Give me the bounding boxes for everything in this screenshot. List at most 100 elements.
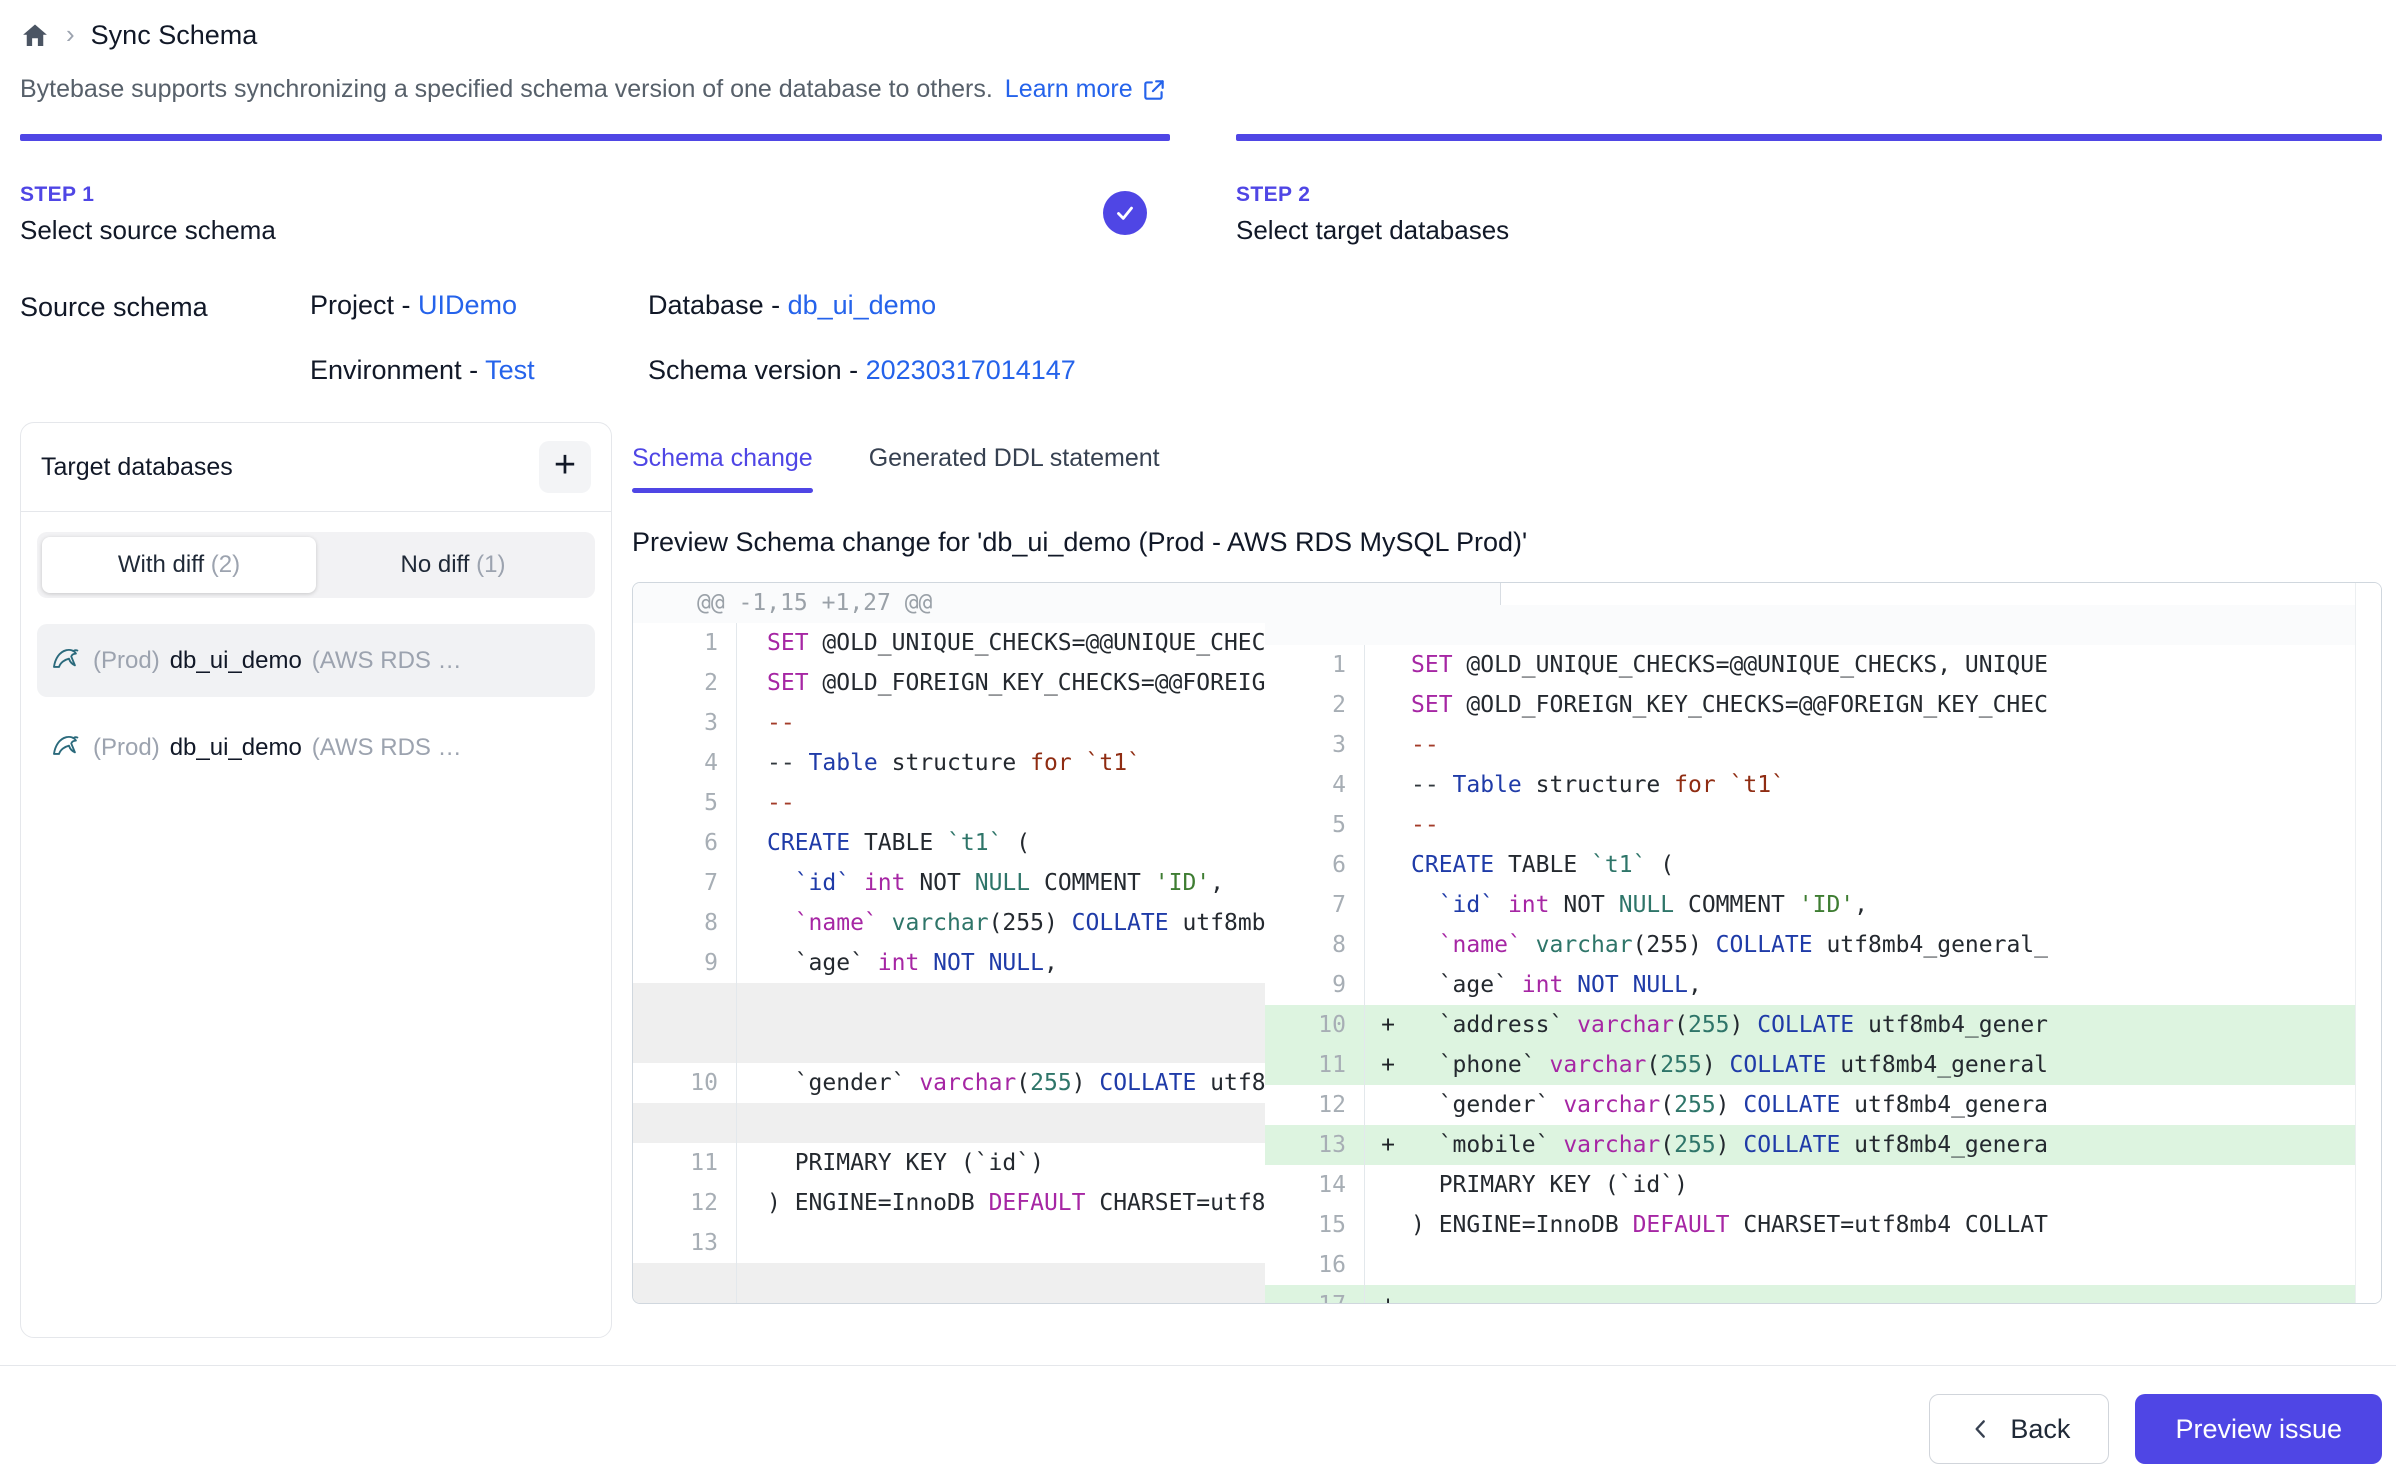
diff-row <box>1265 605 2367 645</box>
code-segment: , <box>1044 950 1058 976</box>
code-segment: @OLD_FOREIGN_KEY_CHECKS=@@FOREIGN_KEY_CH… <box>1453 692 2048 718</box>
code-segment: varchar <box>1522 932 1633 958</box>
code-segment: int <box>1508 972 1563 998</box>
code-segment: , <box>1854 892 1868 918</box>
add-target-database-button[interactable]: + <box>539 441 591 493</box>
code-segment: 255 <box>1660 1052 1702 1078</box>
code-segment: Table <box>809 750 878 776</box>
code-line: `age` int NOT NULL, <box>1411 965 2367 1005</box>
stepper: STEP 1 Select source schema STEP 2 Selec… <box>0 134 2396 246</box>
diff-marker <box>737 1223 767 1263</box>
line-number <box>633 1023 737 1063</box>
diff-row: 11+ `phone` varchar(255) COLLATE utf8mb4… <box>1265 1045 2367 1085</box>
code-line <box>1411 1245 2367 1285</box>
target-database-item[interactable]: (Prod)db_ui_demo(AWS RDS MySQL Prod) <box>37 711 595 784</box>
preview-issue-button[interactable]: Preview issue <box>2135 1394 2382 1464</box>
source-field: Project - UIDemo <box>310 290 648 321</box>
code-line: PRIMARY KEY (`id`) <box>1411 1165 2367 1205</box>
code-segment: ) ENGINE=InnoDB <box>767 1190 989 1216</box>
diff-marker <box>737 1183 767 1223</box>
diff-marker <box>737 823 767 863</box>
diff-marker <box>1365 1165 1411 1205</box>
learn-more-link[interactable]: Learn more <box>1005 75 1133 104</box>
code-segment: varchar <box>1563 1012 1674 1038</box>
source-field-link[interactable]: UIDemo <box>418 290 517 320</box>
code-segment: `name` <box>767 910 878 936</box>
line-number: 16 <box>1265 1245 1365 1285</box>
breadcrumb-chevron-icon: › <box>66 21 75 47</box>
diff-marker: + <box>1365 1285 1411 1304</box>
code-segment: 255 <box>1674 1092 1716 1118</box>
code-segment: -- <box>1411 1292 1439 1304</box>
home-icon[interactable] <box>20 21 50 51</box>
diff-row: 3-- <box>1265 725 2367 765</box>
diff-row: 8 `name` varchar(255) COLLATE utf8mb4_ge… <box>1265 925 2367 965</box>
diff-row: 4-- Table structure for `t1` <box>1265 765 2367 805</box>
step-1-title: Select source schema <box>20 215 1170 246</box>
code-segment: NULL <box>975 870 1030 896</box>
code-line: SET @OLD_UNIQUE_CHECKS=@@UNIQUE_CHECKS, … <box>1411 645 2367 685</box>
diff-row: 9 `age` int NOT NULL, <box>1265 965 2367 1005</box>
target-database-item[interactable]: (Prod) db_ui_demo (AWS RDS MySQL Prod) <box>37 624 595 697</box>
code-segment: -- <box>767 750 809 776</box>
code-segment: NOT <box>1549 892 1618 918</box>
tab-no-diff-count: (1) <box>476 551 505 578</box>
external-link-icon[interactable] <box>1141 77 1167 103</box>
tab-schema-change[interactable]: Schema change <box>632 444 813 493</box>
code-segment: varchar <box>1549 1132 1660 1158</box>
page-title: Sync Schema <box>91 20 258 51</box>
code-segment: `address` <box>1411 1012 1563 1038</box>
diff-row: 15) ENGINE=InnoDB DEFAULT CHARSET=utf8mb… <box>1265 1205 2367 1245</box>
diff-filter-tabs: With diff (2) No diff (1) <box>37 532 595 598</box>
tab-with-diff[interactable]: With diff (2) <box>42 537 316 593</box>
tab-no-diff[interactable]: No diff (1) <box>316 537 590 593</box>
code-segment: Table <box>1453 772 1522 798</box>
code-segment: 255 <box>1030 1070 1072 1096</box>
line-number: 7 <box>1265 885 1365 925</box>
source-field-link[interactable]: Test <box>485 355 535 385</box>
schema-diff-viewer: @@ -1,15 +1,27 @@1SET @OLD_UNIQUE_CHECKS… <box>632 582 2382 1304</box>
code-segment: COLLATE <box>1743 1132 1840 1158</box>
code-line: -- <box>1411 725 2367 765</box>
code-segment: `age` <box>1411 972 1508 998</box>
code-segment: ) <box>1716 1092 1744 1118</box>
line-number: 3 <box>633 703 737 743</box>
mysql-icon <box>49 727 83 768</box>
line-number: 2 <box>633 663 737 703</box>
code-segment: varchar <box>1536 1052 1647 1078</box>
line-number: 5 <box>1265 805 1365 845</box>
diff-marker: + <box>1365 1005 1411 1045</box>
code-segment: COLLATE <box>1716 932 1813 958</box>
database-environment: (Prod) <box>93 647 160 675</box>
target-databases-header: Target databases + <box>21 423 611 512</box>
code-segment: `t1` <box>1072 750 1141 776</box>
back-button[interactable]: Back <box>1929 1394 2109 1464</box>
step-1: STEP 1 Select source schema <box>20 134 1170 246</box>
code-segment: `gender` <box>1411 1092 1549 1118</box>
source-field-link[interactable]: 20230317014147 <box>866 355 1076 385</box>
line-number <box>633 1263 737 1303</box>
main-content: Target databases + With diff (2) No diff… <box>0 422 2396 1365</box>
diff-row: 6CREATE TABLE `t1` ( <box>1265 845 2367 885</box>
source-field-link[interactable]: db_ui_demo <box>788 290 937 320</box>
diff-scrollbar[interactable] <box>2355 583 2381 1303</box>
line-number: 12 <box>1265 1085 1365 1125</box>
step-1-progress-bar <box>20 134 1170 141</box>
database-instance: (AWS RDS MySQL Prod) <box>312 647 474 675</box>
line-number: 11 <box>633 1143 737 1183</box>
code-segment: DEFAULT <box>1633 1212 1730 1238</box>
code-segment: COLLAT <box>1965 1212 2048 1238</box>
code-segment: NOT <box>905 870 974 896</box>
code-line: -- <box>1411 805 2367 845</box>
code-segment: utf8mb4_genera <box>1840 1132 2048 1158</box>
diff-marker <box>737 863 767 903</box>
page-description: Bytebase supports synchronizing a specif… <box>0 75 2396 104</box>
diff-row: 12 `gender` varchar(255) COLLATE utf8mb4… <box>1265 1085 2367 1125</box>
line-number: 15 <box>1265 1205 1365 1245</box>
code-segment: ( <box>1660 1132 1674 1158</box>
database-name: db_ui_demo <box>170 647 302 675</box>
code-segment: TABLE <box>1494 852 1591 878</box>
preview-title: Preview Schema change for 'db_ui_demo (P… <box>632 527 2382 558</box>
tab-generated-ddl[interactable]: Generated DDL statement <box>869 444 1160 493</box>
code-segment: 255 <box>1688 1012 1730 1038</box>
